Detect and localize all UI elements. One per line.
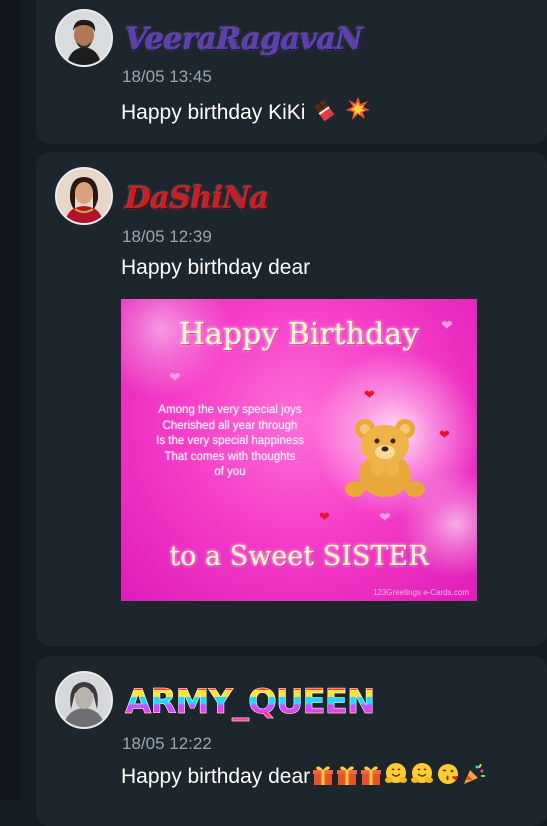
- message-body: Happy birthday KiKi: [121, 101, 306, 124]
- card-poem: Among the very special joys Cherished al…: [139, 403, 321, 481]
- author-name[interactable]: DaShiNa: [125, 181, 269, 216]
- card-footer: to a Sweet SISTER: [169, 541, 429, 572]
- message-body: Happy birthday dear: [121, 765, 311, 788]
- card-title: Happy Birthday: [178, 317, 420, 352]
- woman-avatar-icon: [57, 169, 111, 223]
- timestamp: 18/05 12:22: [122, 734, 212, 753]
- poem-line: Among the very special joys: [158, 404, 302, 416]
- heart-icon: ❤: [364, 387, 375, 402]
- message-text: Happy birthday dear: [121, 762, 486, 792]
- collision-icon: [345, 96, 371, 128]
- message-text: Happy birthday KiKi: [121, 96, 371, 128]
- girl-avatar-icon: [57, 673, 111, 727]
- timestamp: 18/05 12:39: [122, 227, 212, 246]
- gift-icon: [360, 764, 382, 792]
- poem-line: Is the very special happiness: [156, 435, 304, 447]
- author-name[interactable]: ARMY_QUEEN: [125, 682, 376, 723]
- poem-line: of you: [214, 466, 246, 478]
- kissing-face-icon: [436, 762, 460, 792]
- hugging-face-icon: [384, 762, 408, 792]
- avatar[interactable]: [55, 167, 113, 225]
- birthday-card-image[interactable]: Happy Birthday Among the very special jo…: [121, 299, 477, 601]
- chocolate-bar-icon: [313, 98, 337, 128]
- heart-icon: ❤: [379, 509, 391, 525]
- message-text: Happy birthday dear: [121, 256, 311, 279]
- poem-line: That comes with thoughts: [164, 450, 296, 463]
- author-name[interactable]: VeeraRagavaN: [125, 22, 363, 57]
- avatar[interactable]: [55, 9, 113, 67]
- card-credit: 123Greetings e-Cards.com: [372, 588, 469, 597]
- gift-icon: [336, 764, 358, 792]
- heart-icon: ❤: [169, 369, 181, 385]
- man-avatar-icon: [57, 11, 111, 65]
- party-popper-icon: [462, 762, 486, 792]
- gift-icon: [312, 764, 334, 792]
- hugging-face-icon: [410, 762, 434, 792]
- heart-icon: ❤: [319, 509, 330, 524]
- heart-icon: ❤: [439, 427, 450, 442]
- timestamp: 18/05 13:45: [122, 67, 212, 86]
- poem-line: Cherished all year through: [162, 419, 298, 432]
- teddy-bear-icon: [345, 419, 425, 497]
- left-rail: [0, 0, 20, 800]
- avatar[interactable]: [55, 671, 113, 729]
- heart-icon: ❤: [441, 317, 453, 333]
